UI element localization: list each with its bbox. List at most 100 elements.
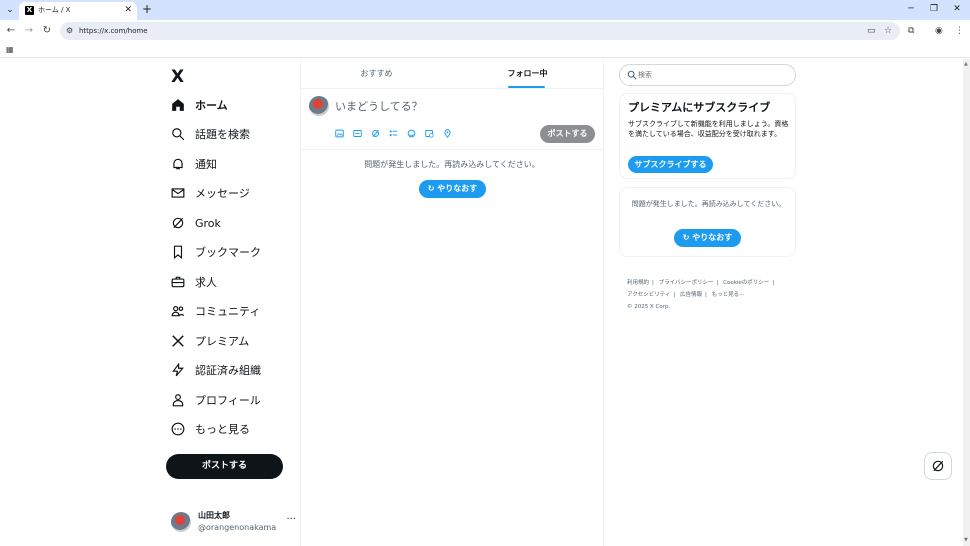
footer-links: 利用規約 | プライバシーポリシー | Cookieのポリシー | アクセシビリティ |… [627,280,775,310]
bookmark-icon [171,245,185,259]
copyright: © 2025 X Corp. [627,304,671,310]
right-sidebar: プレミアムにサブスクライブ サブスクライブして新機能を利用しましょう。資格を満た… [619,59,796,546]
media-icon[interactable] [335,129,344,138]
footer-link-accessibility[interactable]: アクセシビリティ [627,292,670,298]
left-sidebar: X ホーム 話題を検索 通知 メッセージ Grok ブックマーク 求人 コミュニ… [160,59,300,546]
sidebar-item-label: ブックマーク [195,246,261,259]
minimize-icon[interactable]: ─ [903,3,919,15]
search-box[interactable] [619,64,796,86]
tab-for-you[interactable]: おすすめ [301,59,452,89]
sidebar-item-home[interactable]: ホーム [171,94,228,116]
forward-icon[interactable]: → [22,24,36,38]
trends-error-card: 問題が発生しました。再読み込みしてください。 ↻ やりなおす [619,187,796,257]
sidebar-item-jobs[interactable]: 求人 [171,271,217,293]
sidebar-item-label: もっと見る [195,423,250,436]
grok-icon[interactable] [371,129,380,138]
footer-link-privacy[interactable]: プライバシーポリシー [659,280,714,286]
premium-title: プレミアムにサブスクライブ [628,101,771,114]
active-tab-indicator [508,86,545,88]
mail-icon [171,186,185,200]
scroll-down-icon[interactable]: ▼ [964,537,968,543]
back-icon[interactable]: ← [4,24,18,38]
sidebar-item-label: 通知 [195,158,217,171]
extensions-icon[interactable]: ⧉ [908,24,914,38]
reload-icon[interactable]: ↻ [40,24,54,38]
footer-link-terms[interactable]: 利用規約 [627,280,649,286]
account-switcher[interactable]: 山田太郎 @orangenonakama ··· [171,510,296,534]
search-icon [627,70,637,80]
timeline-retry-button[interactable]: ↻ やりなおす [419,180,486,198]
sidebar-item-label: 話題を検索 [195,128,250,141]
briefcase-icon [171,275,185,289]
grok-floating-button[interactable] [924,452,952,480]
sidebar-item-verified-orgs[interactable]: 認証済み組織 [171,359,261,381]
footer-link-cookies[interactable]: Cookieのポリシー [723,280,769,286]
sidebar-item-bookmarks[interactable]: ブックマーク [171,241,261,263]
sidebar-item-explore[interactable]: 話題を検索 [171,123,250,145]
install-app-icon[interactable]: ▭ [867,25,876,37]
compose-input[interactable]: いまどうしてる？ [335,100,423,114]
footer-link-more[interactable]: もっと見る··· [712,292,745,298]
sidebar-item-more[interactable]: もっと見る [171,418,250,440]
home-icon [171,98,185,112]
maximize-icon[interactable]: ❐ [926,3,942,15]
sidebar-item-label: 認証済み組織 [195,364,261,377]
search-icon [171,127,185,141]
window-close-icon[interactable]: ✕ [949,3,965,15]
timeline-error-message: 問題が発生しました。再読み込みしてください。 [364,160,540,169]
premium-card: プレミアムにサブスクライブ サブスクライブして新機能を利用しましょう。資格を満た… [619,93,796,179]
grok-icon [932,460,944,472]
sidebar-item-grok[interactable]: Grok [171,212,221,234]
avatar [171,512,191,532]
bookmark-star-icon[interactable]: ☆ [884,25,892,37]
lightning-icon [171,363,185,377]
browser-menu-icon[interactable]: ⋮ [955,24,964,38]
emoji-icon[interactable] [407,129,416,138]
location-icon[interactable] [443,129,452,138]
apps-grid-icon[interactable]: ▦ [6,45,14,55]
bookmarks-bar: ▦ [0,42,970,58]
url-text: https://x.com/home [79,27,148,35]
sidebar-item-label: プロフィール [195,394,261,407]
new-tab-icon[interactable]: + [142,2,152,16]
subscribe-button[interactable]: サブスクライブする [628,156,713,173]
site-info-icon[interactable]: ⚙ [66,25,73,37]
sidebar-item-label: コミュニティ [195,305,261,318]
address-bar[interactable]: ⚙ https://x.com/home ▭ ☆ [60,22,900,40]
page-scrollbar[interactable]: ▲ ▼ [963,59,970,546]
gif-icon[interactable] [353,129,362,138]
browser-tab[interactable]: X ホーム / X ✕ [19,2,137,20]
more-dots-icon[interactable]: ··· [286,514,296,526]
sidebar-item-label: 求人 [195,276,217,289]
tab-close-icon[interactable]: ✕ [124,4,132,16]
tab-following[interactable]: フォロー中 [452,59,603,89]
sidebar-item-premium[interactable]: プレミアム [171,330,249,352]
tab-search-icon[interactable]: ⌄ [3,3,17,17]
people-icon [171,304,185,318]
avatar[interactable] [309,96,329,116]
main-timeline: おすすめ フォロー中 いまどうしてる？ ポストする 問題が発生しました。再読み込… [300,59,604,546]
x-logo-icon[interactable]: X [171,67,184,87]
scroll-up-icon[interactable]: ▲ [964,61,968,67]
sidebar-item-label: Grok [195,216,221,230]
sidebar-item-communities[interactable]: コミュニティ [171,300,260,322]
browser-tab-bar: ⌄ X ホーム / X ✕ + ─ ❐ ✕ [0,0,970,20]
sidebar-item-notifications[interactable]: 通知 [171,153,217,175]
poll-icon[interactable] [389,129,398,138]
search-input[interactable] [638,65,788,85]
x-icon [171,334,185,348]
compose-post-button[interactable]: ポストする [540,125,595,143]
tab-title: ホーム / X [38,6,71,14]
x-page: X ホーム 話題を検索 通知 メッセージ Grok ブックマーク 求人 コミュニ… [0,59,970,546]
sidebar-item-profile[interactable]: プロフィール [171,389,261,411]
sidebar-item-label: ホーム [195,99,228,112]
schedule-icon[interactable] [425,129,434,138]
profile-icon[interactable]: ◉ [935,24,943,38]
account-handle: @orangenonakama [198,523,277,532]
post-button[interactable]: ポストする [166,454,283,479]
compose-toolbar [335,129,461,138]
footer-link-ads[interactable]: 広告情報 [680,292,702,298]
sidebar-item-label: メッセージ [195,187,250,200]
sidebar-item-messages[interactable]: メッセージ [171,182,250,204]
trends-retry-button[interactable]: ↻ やりなおす [674,229,741,247]
